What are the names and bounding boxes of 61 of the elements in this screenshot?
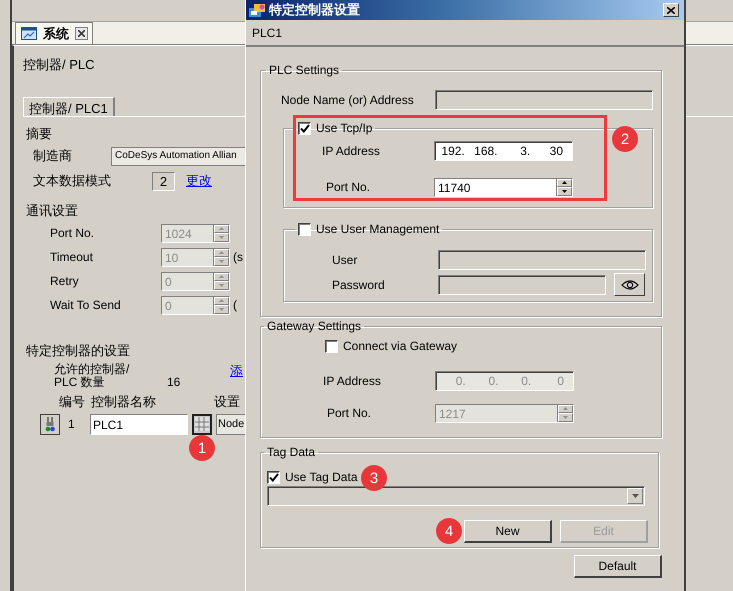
allowed-count-value: 16 bbox=[167, 375, 182, 391]
text-mode-value: 2 bbox=[152, 172, 175, 190]
tag-data-checkbox[interactable] bbox=[267, 470, 280, 484]
field-label: Timeout bbox=[50, 250, 94, 264]
unit-label: ( bbox=[233, 298, 237, 312]
spin-buttons-icon[interactable] bbox=[556, 178, 572, 196]
field-label: Port No. bbox=[326, 406, 372, 420]
column-header: 编号 bbox=[59, 393, 86, 411]
field-label: Port No. bbox=[50, 226, 96, 240]
change-link[interactable]: 更改 bbox=[186, 172, 212, 190]
dialog-button[interactable]: New bbox=[464, 520, 552, 543]
field-label: User bbox=[331, 252, 358, 266]
eye-icon bbox=[620, 280, 638, 290]
connector-icon[interactable] bbox=[40, 414, 60, 434]
section-title: 特定控制器的设置 bbox=[26, 342, 130, 360]
tcp-checkbox[interactable] bbox=[298, 122, 311, 134]
dialog-title: 特定控制器设置 bbox=[269, 1, 361, 19]
checkbox-label: Connect via Gateway bbox=[343, 339, 458, 353]
checkbox-label: Use Tcp/Ip bbox=[316, 121, 372, 135]
controller-name-field[interactable]: PLC1 bbox=[90, 414, 188, 434]
show-password-button[interactable] bbox=[614, 273, 645, 296]
field-label: Node Name (or) Address bbox=[280, 93, 415, 107]
field-label: IP Address bbox=[321, 144, 381, 158]
setting-select[interactable]: Node bbox=[216, 414, 246, 434]
group-title: PLC Settings bbox=[269, 63, 340, 77]
settings-grid-icon[interactable] bbox=[192, 414, 212, 434]
ip-address-field[interactable]: 192. 168. 3. 30 bbox=[434, 141, 573, 161]
dialog-subtitle: PLC1 bbox=[252, 26, 282, 40]
add-link[interactable]: 添 bbox=[230, 362, 243, 380]
section-title: 通讯设置 bbox=[26, 202, 78, 220]
column-header: 设置 bbox=[214, 393, 241, 411]
step-badge: 1 bbox=[189, 435, 215, 461]
controller-tab[interactable]: 控制器/ PLC1 bbox=[23, 97, 115, 116]
close-button[interactable] bbox=[663, 3, 679, 17]
row-number: 1 bbox=[67, 417, 76, 431]
field-label: 制造商 bbox=[33, 147, 73, 165]
unit-label: (s bbox=[233, 250, 243, 264]
app-icon bbox=[249, 2, 266, 18]
group-title: Tag Data bbox=[267, 445, 316, 459]
field-label: IP Address bbox=[322, 374, 382, 388]
field-label: 文本数据模式 bbox=[33, 172, 112, 190]
page-heading: 控制器/ PLC bbox=[23, 56, 95, 74]
field-label: Port No. bbox=[325, 180, 372, 194]
tag-data-dropdown[interactable] bbox=[267, 486, 645, 506]
close-icon bbox=[667, 6, 675, 14]
allowed-count-label: 允许的控制器/ PLC 数量 bbox=[54, 363, 130, 389]
field-label: Wait To Send bbox=[50, 298, 122, 312]
node-address-field[interactable] bbox=[435, 90, 653, 110]
default-button[interactable]: Default bbox=[574, 555, 662, 578]
checkbox-label: Use User Management bbox=[316, 222, 440, 236]
password-field[interactable] bbox=[438, 274, 606, 294]
field-label: Password bbox=[331, 278, 386, 292]
port-spinner[interactable]: 11740 bbox=[434, 178, 573, 196]
chart-window-icon bbox=[21, 27, 37, 40]
document-tab[interactable]: 系统 bbox=[15, 22, 93, 44]
checkbox-label: Use Tag Data bbox=[285, 470, 358, 484]
close-icon[interactable] bbox=[75, 27, 88, 40]
group-title: Gateway Settings bbox=[267, 319, 362, 333]
section-title: 摘要 bbox=[26, 125, 52, 143]
column-header: 控制器名称 bbox=[91, 393, 157, 411]
field-label: Retry bbox=[50, 274, 80, 288]
